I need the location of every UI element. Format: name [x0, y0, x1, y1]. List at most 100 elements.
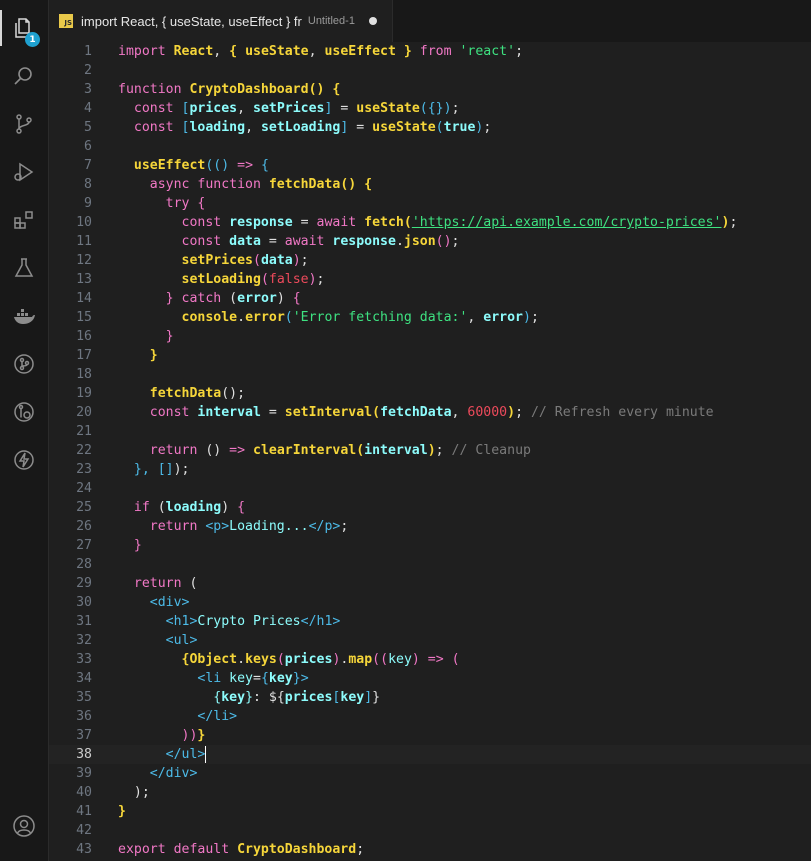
code-token: setLoading — [181, 272, 261, 287]
code-token: CryptoDashboard — [237, 842, 357, 857]
code-line[interactable]: 16 } — [49, 327, 811, 346]
unsaved-dot-icon[interactable] — [368, 17, 377, 25]
code-token: . — [237, 310, 246, 325]
text-cursor — [205, 745, 207, 763]
code-line[interactable]: 32 <ul> — [49, 631, 811, 650]
line-number: 15 — [76, 310, 92, 325]
code-line[interactable]: 43 export default CryptoDashboard; — [49, 840, 811, 859]
code-line[interactable]: 24 — [49, 479, 811, 498]
git-graph-icon[interactable] — [0, 340, 48, 388]
source-control-icon[interactable] — [0, 100, 48, 148]
code-line[interactable]: 5 const [loading, setLoading] = useState… — [49, 118, 811, 137]
code-token: fetchData — [149, 386, 222, 401]
files-icon[interactable]: 1 — [0, 4, 48, 52]
code-line[interactable]: 38 </ul> — [49, 745, 811, 764]
code-token: { — [260, 158, 269, 173]
account-icon[interactable] — [0, 802, 48, 850]
code-text: console.error('Error fetching data:', er… — [118, 308, 539, 327]
code-line[interactable]: 39 </div> — [49, 764, 811, 783]
code-token: )) — [181, 728, 198, 743]
code-line[interactable]: 34 <li key={key}> — [49, 669, 811, 688]
code-line[interactable]: 1 import React, { useState, useEffect } f… — [49, 42, 811, 61]
code-line[interactable]: 13 setLoading(false); — [49, 270, 811, 289]
code-token: interval — [197, 405, 261, 420]
code-line[interactable]: 4 const [prices, setPrices] = useState({… — [49, 99, 811, 118]
code-text: import React, { useState, useEffect } fr… — [118, 42, 523, 61]
code-token: key — [221, 690, 246, 705]
code-token: useState — [245, 44, 309, 59]
search-icon[interactable] — [0, 52, 48, 100]
code-line[interactable]: 26 return <p>Loading...</p>; — [49, 517, 811, 536]
code-line[interactable]: 12 setPrices(data); — [49, 251, 811, 270]
code-token: } — [372, 690, 381, 705]
code-token: prices — [189, 101, 238, 116]
code-line[interactable]: 25 if (loading) { — [49, 498, 811, 517]
code-line[interactable]: 31 <h1>Crypto Prices</h1> — [49, 612, 811, 631]
code-token: } — [149, 348, 158, 363]
code-token: key — [388, 652, 412, 667]
code-token: ( — [253, 253, 261, 268]
line-number: 6 — [84, 139, 92, 154]
code-token: }, [] — [133, 462, 174, 477]
code-line[interactable]: 6 — [49, 137, 811, 156]
code-line[interactable]: 15 console.error('Error fetching data:',… — [49, 308, 811, 327]
code-line[interactable]: 7 useEffect(() => { — [49, 156, 811, 175]
code-line[interactable]: 19 fetchData(); — [49, 384, 811, 403]
code-line[interactable]: 29 return ( — [49, 574, 811, 593]
extensions-icon[interactable] — [0, 196, 48, 244]
code-line[interactable]: 36 </li> — [49, 707, 811, 726]
code-token: const — [149, 405, 198, 420]
code-line[interactable]: 23 }, []); — [49, 460, 811, 479]
code-line[interactable]: 17 } — [49, 346, 811, 365]
line-number: 3 — [84, 82, 92, 97]
run-debug-icon[interactable] — [0, 148, 48, 196]
code-text: useEffect(() => { — [118, 156, 269, 175]
editor-tab[interactable]: JS import React, { useState, useEffect }… — [49, 0, 393, 42]
gitlens-icon[interactable] — [0, 388, 48, 436]
code-token: , — [245, 120, 261, 135]
testing-icon[interactable] — [0, 244, 48, 292]
lightning-icon[interactable] — [0, 436, 48, 484]
code-line[interactable]: 37 ))} — [49, 726, 811, 745]
code-line[interactable]: 27 } — [49, 536, 811, 555]
code-token: , — [308, 44, 325, 59]
code-line[interactable]: 35 {key}: ${prices[key]} — [49, 688, 811, 707]
code-line[interactable]: 40 ); — [49, 783, 811, 802]
code-line[interactable]: 18 — [49, 365, 811, 384]
code-line[interactable]: 41} — [49, 802, 811, 821]
line-number: 30 — [76, 595, 92, 610]
code-line[interactable]: 28 — [49, 555, 811, 574]
line-number: 1 — [84, 44, 92, 59]
code-token: error — [237, 291, 277, 306]
code-editor[interactable]: 1 import React, { useState, useEffect } f… — [49, 42, 811, 861]
code-line[interactable]: 30 <div> — [49, 593, 811, 612]
code-line[interactable]: 10 const response = await fetch('https:/… — [49, 213, 811, 232]
code-line[interactable]: 2 — [49, 61, 811, 80]
code-token: ; — [451, 101, 460, 116]
line-number: 8 — [84, 177, 92, 192]
code-line[interactable]: 11 const data = await response.json(); — [49, 232, 811, 251]
code-token: , — [451, 405, 468, 420]
code-line[interactable]: 8 async function fetchData() { — [49, 175, 811, 194]
code-line[interactable]: 22 return () => clearInterval(interval);… — [49, 441, 811, 460]
code-line[interactable]: 9 try { — [49, 194, 811, 213]
code-token: Object — [189, 652, 238, 667]
code-token: ) — [427, 443, 436, 458]
code-line[interactable]: 14 } catch (error) { — [49, 289, 811, 308]
code-line[interactable]: 20 const interval = setInterval(fetchDat… — [49, 403, 811, 422]
docker-icon[interactable] — [0, 292, 48, 340]
code-line[interactable]: 21 — [49, 422, 811, 441]
code-line[interactable]: 3 function CryptoDashboard() { — [49, 80, 811, 99]
code-line[interactable]: 42 — [49, 821, 811, 840]
code-token: ( — [157, 500, 166, 515]
code-token: ; — [515, 405, 531, 420]
code-token: ) — [522, 310, 531, 325]
code-token: . — [237, 652, 246, 667]
code-line[interactable]: 33 {Object.keys(prices).map((key) => ( — [49, 650, 811, 669]
code-text: {key}: ${prices[key]} — [118, 688, 380, 707]
code-token: error — [245, 310, 285, 325]
